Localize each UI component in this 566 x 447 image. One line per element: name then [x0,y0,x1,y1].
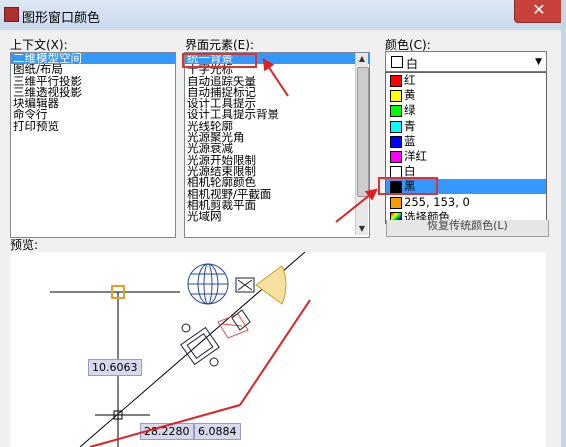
annotation-arrow-black [335,188,378,223]
annotation-overlay [89,58,378,447]
annotation-arrow-elements [262,58,289,97]
annotation-line-preview-2 [89,404,241,447]
annotation-line-preview [239,299,311,406]
